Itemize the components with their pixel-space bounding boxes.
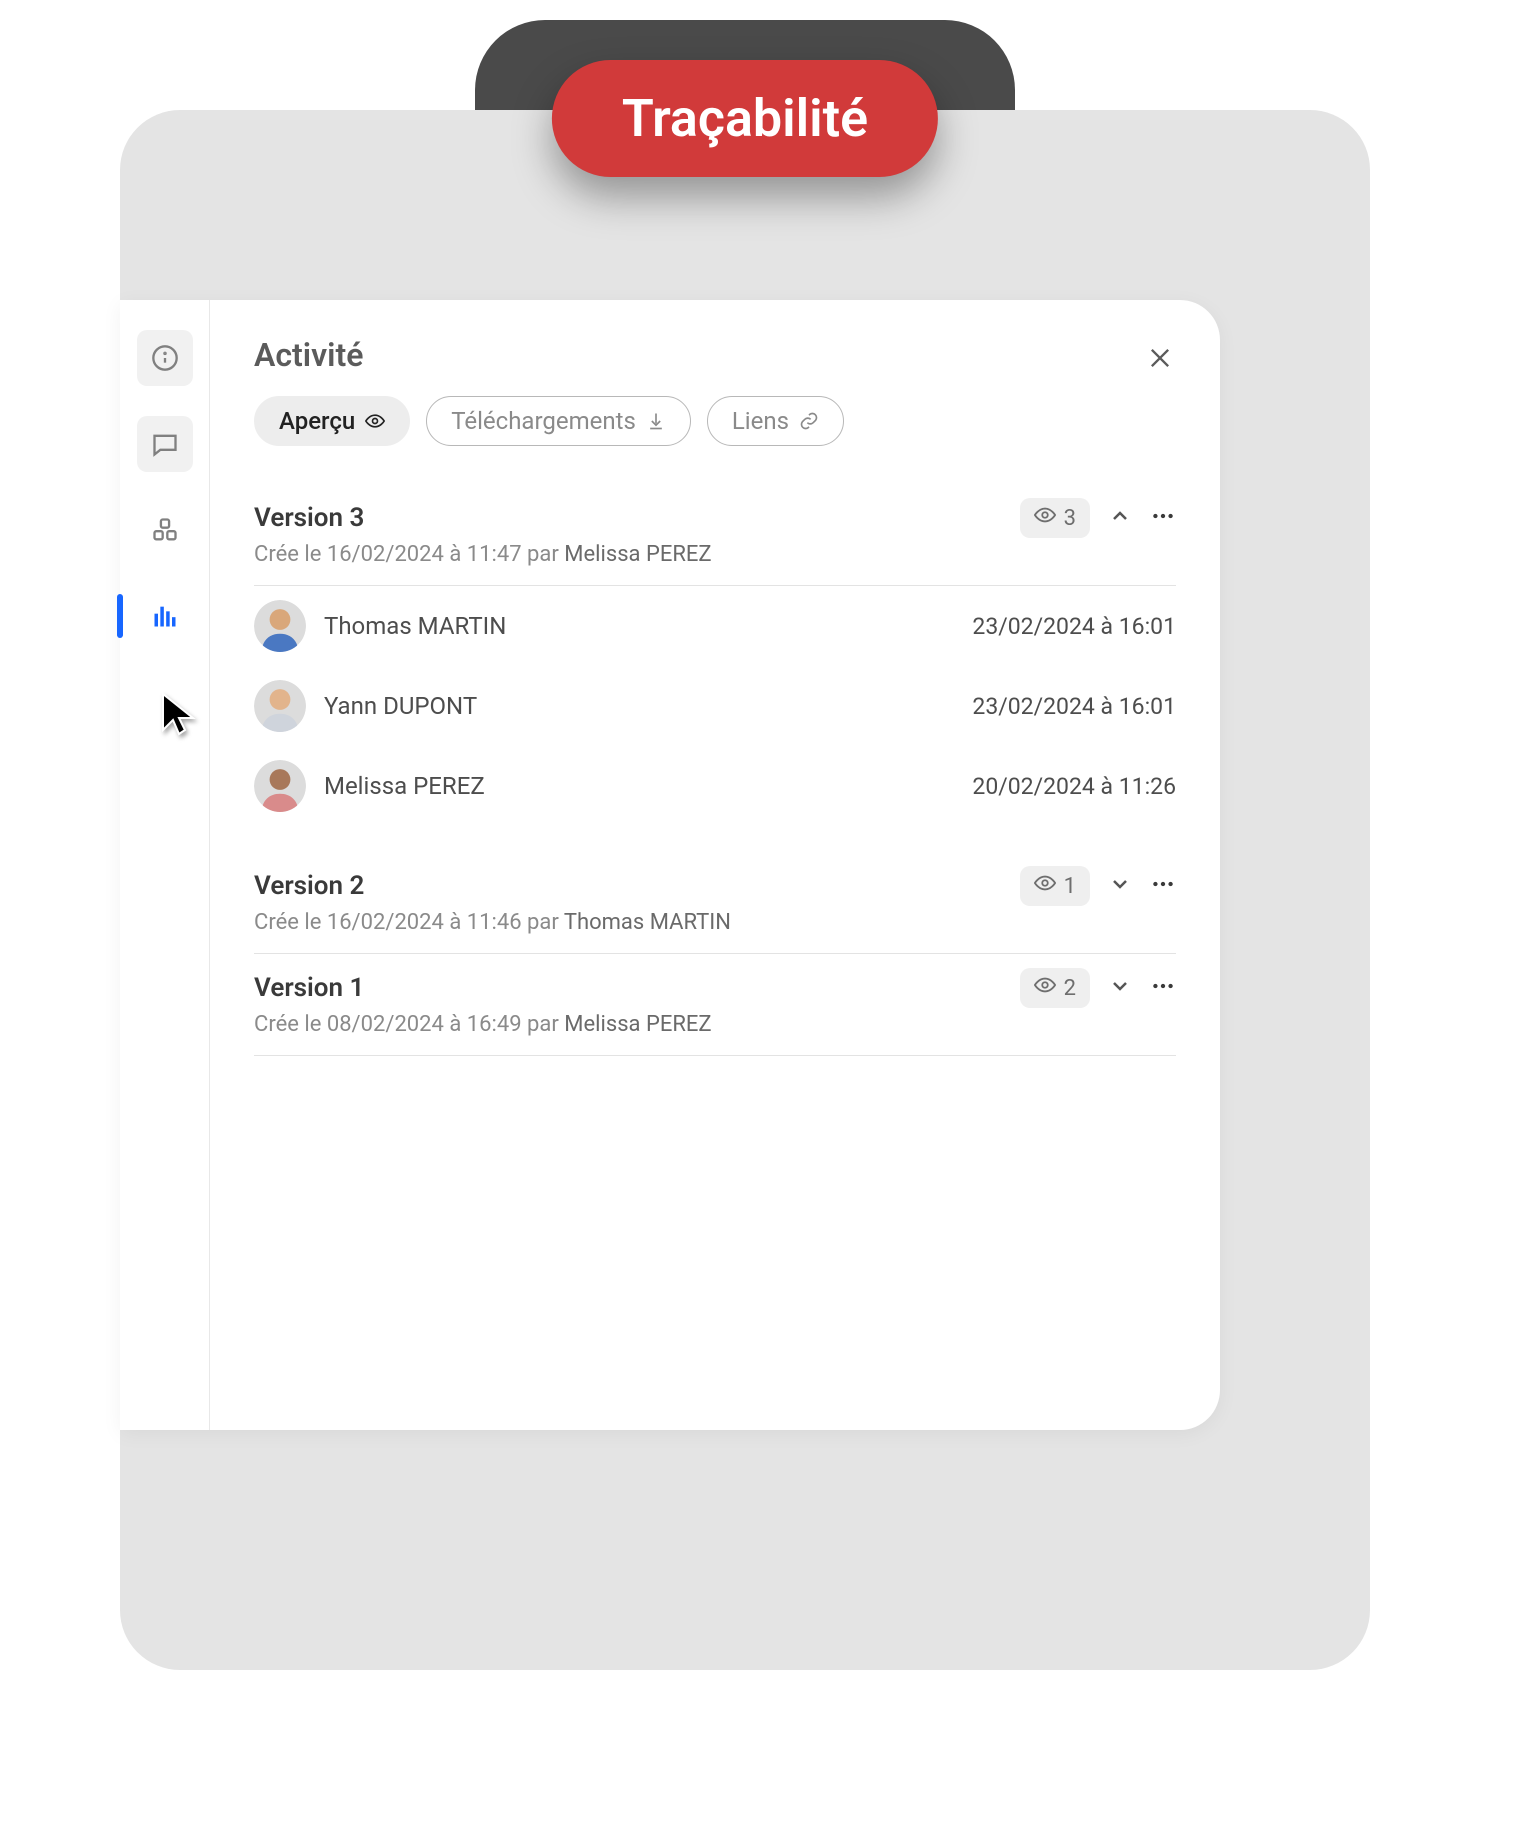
versions-list: Version 3 3 Crée le 16/02/2024 à 11:47 par… bbox=[254, 484, 1176, 1056]
tab-label: Téléchargements bbox=[451, 407, 636, 435]
expand-toggle[interactable] bbox=[1108, 872, 1132, 900]
view-count-chip[interactable]: 2 bbox=[1020, 968, 1090, 1008]
avatar bbox=[254, 680, 306, 732]
more-button[interactable] bbox=[1150, 973, 1176, 1003]
tab-label: Aperçu bbox=[279, 407, 355, 435]
expand-toggle[interactable] bbox=[1108, 504, 1132, 532]
sidebar-info-button[interactable] bbox=[137, 330, 193, 386]
avatar bbox=[254, 760, 306, 812]
version-title: Version 1 bbox=[254, 973, 1020, 1003]
view-count: 1 bbox=[1064, 874, 1076, 899]
eye-icon bbox=[1034, 872, 1056, 900]
apps-icon bbox=[151, 516, 179, 544]
chevron-down-icon bbox=[1108, 881, 1132, 900]
version-subline: Crée le 16/02/2024 à 11:47 par Melissa P… bbox=[254, 542, 1176, 586]
viewer-date: 20/02/2024 à 11:26 bbox=[972, 773, 1176, 800]
more-button[interactable] bbox=[1150, 871, 1176, 901]
viewer-row: Yann DUPONT 23/02/2024 à 16:01 bbox=[254, 666, 1176, 746]
close-icon bbox=[1146, 344, 1174, 372]
version-block: Version 3 3 Crée le 16/02/2024 à 11:47 par… bbox=[254, 484, 1176, 852]
avatar bbox=[254, 600, 306, 652]
sidebar-activity-button[interactable] bbox=[137, 588, 193, 644]
viewer-name: Yann DUPONT bbox=[324, 692, 954, 720]
viewer-name: Thomas MARTIN bbox=[324, 612, 954, 640]
tab-label: Liens bbox=[732, 407, 789, 435]
filter-tabs: Aperçu Téléchargements Liens bbox=[254, 396, 1176, 446]
panel-title: Activité bbox=[254, 336, 1176, 374]
download-icon bbox=[646, 411, 666, 431]
version-author: Melissa PEREZ bbox=[564, 542, 711, 567]
version-subline: Crée le 08/02/2024 à 16:49 par Melissa P… bbox=[254, 1012, 1176, 1056]
expand-toggle[interactable] bbox=[1108, 974, 1132, 1002]
viewer-date: 23/02/2024 à 16:01 bbox=[972, 693, 1176, 720]
link-icon bbox=[799, 411, 819, 431]
version-author: Melissa PEREZ bbox=[564, 1012, 711, 1037]
view-count: 2 bbox=[1064, 976, 1076, 1001]
version-title: Version 2 bbox=[254, 871, 1020, 901]
version-title: Version 3 bbox=[254, 503, 1020, 533]
more-icon bbox=[1150, 984, 1176, 1003]
chevron-up-icon bbox=[1108, 513, 1132, 532]
version-header: Version 2 1 bbox=[254, 852, 1176, 910]
eye-icon bbox=[365, 411, 385, 431]
more-icon bbox=[1150, 882, 1176, 901]
chevron-down-icon bbox=[1108, 983, 1132, 1002]
comment-icon bbox=[151, 430, 179, 458]
sidebar-comments-button[interactable] bbox=[137, 416, 193, 472]
panel-sidebar bbox=[120, 300, 210, 1430]
tab-telechargements[interactable]: Téléchargements bbox=[426, 396, 691, 446]
close-button[interactable] bbox=[1146, 344, 1174, 376]
view-count-chip[interactable]: 3 bbox=[1020, 498, 1090, 538]
version-subline: Crée le 16/02/2024 à 11:46 par Thomas MA… bbox=[254, 910, 1176, 954]
version-author: Thomas MARTIN bbox=[564, 910, 731, 935]
panel-main: Activité Aperçu Téléchargements Liens bbox=[210, 300, 1220, 1430]
viewer-row: Melissa PEREZ 20/02/2024 à 11:26 bbox=[254, 746, 1176, 826]
more-button[interactable] bbox=[1150, 503, 1176, 533]
sidebar-apps-button[interactable] bbox=[137, 502, 193, 558]
tab-liens[interactable]: Liens bbox=[707, 396, 844, 446]
viewer-name: Melissa PEREZ bbox=[324, 772, 954, 800]
cursor-icon bbox=[155, 690, 203, 738]
view-count: 3 bbox=[1064, 506, 1076, 531]
version-header: Version 1 2 bbox=[254, 954, 1176, 1012]
viewer-row: Thomas MARTIN 23/02/2024 à 16:01 bbox=[254, 586, 1176, 666]
version-created-text: Crée le 16/02/2024 à 11:47 par bbox=[254, 542, 564, 567]
eye-icon bbox=[1034, 974, 1056, 1002]
view-count-chip[interactable]: 1 bbox=[1020, 866, 1090, 906]
version-created-text: Crée le 08/02/2024 à 16:49 par bbox=[254, 1012, 564, 1037]
activity-panel: Activité Aperçu Téléchargements Liens bbox=[120, 300, 1220, 1430]
header-pill: Traçabilité bbox=[552, 60, 938, 177]
version-block: Version 1 2 Crée le 08/02/2024 à 16:49 par… bbox=[254, 954, 1176, 1056]
version-created-text: Crée le 16/02/2024 à 11:46 par bbox=[254, 910, 564, 935]
eye-icon bbox=[1034, 504, 1056, 532]
version-header: Version 3 3 bbox=[254, 484, 1176, 542]
tab-apercu[interactable]: Aperçu bbox=[254, 396, 410, 446]
version-block: Version 2 1 Crée le 16/02/2024 à 11:46 par… bbox=[254, 852, 1176, 954]
more-icon bbox=[1150, 514, 1176, 533]
header-pill-label: Traçabilité bbox=[622, 88, 868, 149]
info-icon bbox=[151, 344, 179, 372]
bar-chart-icon bbox=[151, 602, 179, 630]
viewer-date: 23/02/2024 à 16:01 bbox=[972, 613, 1176, 640]
